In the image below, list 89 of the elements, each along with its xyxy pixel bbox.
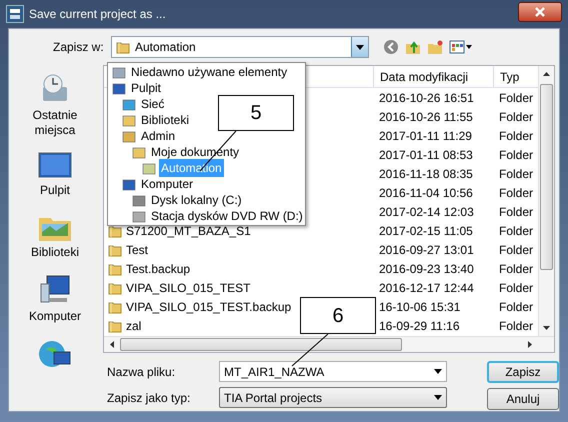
close-button[interactable]	[518, 2, 562, 22]
location-item[interactable]: Niedawno używane elementy	[129, 63, 290, 81]
folder-icon	[116, 40, 130, 54]
date-cell-text: 2016-11-18 08:35	[378, 166, 474, 182]
window-title: Save current project as ...	[29, 6, 166, 23]
folder-icon	[108, 262, 122, 276]
type-cell-text: Folder	[498, 128, 534, 144]
date-cell-text: 2016-12-17 12:44	[378, 280, 475, 296]
location-icon	[122, 98, 136, 110]
date-cell-text: 2017-01-11 08:53	[378, 146, 474, 164]
place-label[interactable]: Ostatnie miejsca	[20, 108, 90, 138]
folder-icon	[108, 224, 122, 238]
type-cell-text: Folder	[498, 204, 534, 220]
network-globe-icon[interactable]	[38, 338, 72, 370]
location-icon	[132, 210, 146, 222]
folder-icon	[108, 318, 122, 332]
date-cell-text: 2017-02-15 11:05	[378, 222, 474, 240]
callout-label: 5	[218, 95, 294, 131]
dialog-button[interactable]: Zapisz	[487, 361, 559, 383]
horizontal-scrollbar[interactable]	[104, 336, 554, 352]
dropdown-arrow-icon[interactable]	[434, 369, 442, 374]
date-cell-text: 2016-11-04 10:56	[378, 184, 474, 202]
location-icon	[122, 178, 136, 190]
back-icon[interactable]	[383, 39, 399, 55]
location-icon	[132, 146, 146, 158]
new-folder-icon[interactable]	[427, 39, 443, 55]
type-cell-text: Folder	[498, 280, 534, 296]
folder-icon	[108, 280, 122, 294]
dialog-button[interactable]: Anuluj	[487, 388, 559, 410]
app-icon	[6, 5, 24, 23]
file-name[interactable]: Test.backup	[126, 260, 190, 278]
place-label[interactable]: Komputer	[20, 309, 90, 324]
column-header[interactable]: Data modyfikacji	[373, 66, 493, 87]
folder-icon	[108, 242, 122, 256]
file-name[interactable]: zal	[126, 316, 142, 334]
file-type-field[interactable]: TIA Portal projects	[219, 387, 447, 408]
scroll-down-icon[interactable]	[543, 326, 550, 330]
file-name-label: Nazwa pliku:	[107, 364, 176, 380]
date-cell-text: 2017-01-11 11:29	[378, 128, 473, 144]
location-item[interactable]: Biblioteki	[139, 111, 192, 129]
save-in-dropdown[interactable]: Automation	[111, 36, 369, 58]
vertical-scrollbar[interactable]	[538, 66, 554, 336]
date-cell-text: 16-09-29 11:16	[378, 318, 461, 334]
location-icon	[142, 162, 156, 174]
location-icon	[132, 194, 146, 206]
date-cell-text: 2016-10-26 11:55	[378, 108, 474, 126]
location-item[interactable]: Komputer	[139, 175, 196, 193]
file-name-field[interactable]: MT_AIR1_NAZWA	[219, 361, 447, 382]
up-folder-icon[interactable]	[405, 39, 421, 55]
location-icon	[122, 130, 136, 142]
type-cell-text: Folder	[498, 318, 534, 334]
file-name[interactable]: VIPA_SILO_015_TEST.backup	[126, 298, 292, 316]
type-cell-text: Folder	[498, 146, 534, 164]
view-menu-icon[interactable]	[449, 39, 473, 55]
type-cell-text: Folder	[498, 90, 534, 106]
file-name[interactable]: VIPA_SILO_015_TEST	[126, 278, 251, 296]
place-label[interactable]: Pulpit	[20, 183, 90, 198]
type-cell-text: Folder	[498, 298, 534, 316]
date-cell-text: 2016-10-26 16:51	[378, 90, 475, 106]
dropdown-arrow-icon[interactable]	[434, 395, 442, 400]
type-cell-text: Folder	[498, 222, 534, 240]
folder-icon	[108, 300, 122, 314]
location-icon	[112, 66, 126, 78]
scroll-left-icon[interactable]	[110, 341, 114, 348]
place-icon[interactable]	[38, 152, 72, 180]
save-in-label: Zapisz w:	[53, 39, 105, 56]
type-cell-text: Folder	[498, 260, 534, 278]
location-icon	[112, 82, 126, 94]
location-item[interactable]: Admin	[139, 127, 178, 145]
callout-label: 6	[300, 297, 376, 334]
leader-line	[290, 334, 330, 368]
date-cell-text: 2016-09-27 13:01	[378, 242, 475, 258]
type-cell-text: Folder	[498, 166, 534, 182]
location-item[interactable]: Dysk lokalny (C:)	[149, 191, 244, 209]
file-name[interactable]: Test	[126, 240, 148, 258]
date-cell-text: 2016-09-23 13:40	[378, 260, 475, 278]
place-label[interactable]: Biblioteki	[20, 245, 90, 260]
scroll-right-icon[interactable]	[528, 341, 532, 348]
file-type-label: Zapisz jako typ:	[107, 390, 192, 406]
close-icon	[535, 7, 545, 17]
type-cell-text: Folder	[498, 184, 534, 202]
location-icon	[122, 114, 136, 126]
scroll-up-icon[interactable]	[543, 72, 550, 76]
location-item[interactable]: Sieć	[139, 95, 166, 113]
date-cell-text: 16-10-06 15:31	[378, 298, 462, 316]
type-cell-text: Folder	[498, 242, 534, 258]
type-cell-text: Folder	[498, 108, 534, 126]
date-cell-text: 2017-02-14 12:03	[378, 204, 475, 220]
location-item[interactable]: Pulpit	[129, 79, 164, 97]
